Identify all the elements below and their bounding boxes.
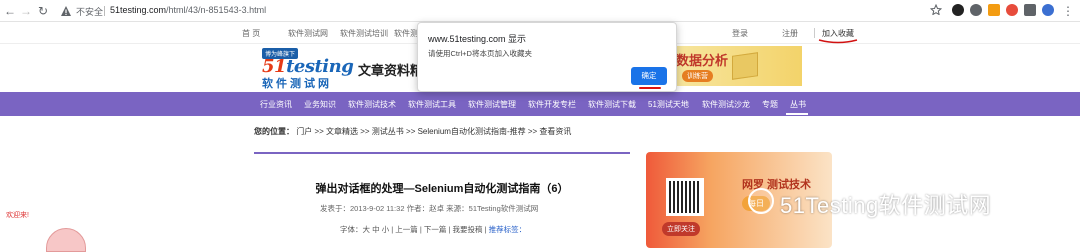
dialog-message: 请使用Ctrl+D将本页加入收藏夹 [428,49,532,58]
extension-red-icon[interactable] [1006,4,1018,16]
top-ad-banner[interactable]: 数据分析 训练营 [670,46,802,86]
dialog-title: www.51testing.com 显示 [428,34,527,44]
mascot-greeting: 欢迎来! [6,212,29,219]
menu-item-2[interactable]: 软件测试技术 [348,99,396,110]
dialog-ok-button[interactable]: 确定 [631,67,667,85]
qr-code [666,178,704,216]
menu-item-4[interactable]: 软件测试管理 [468,99,516,110]
menu-item-3[interactable]: 软件测试工具 [408,99,456,110]
logo-subtitle: 软件测试网 [262,78,332,90]
menu-item-10[interactable]: 丛书 [790,99,806,110]
ad-title: 数据分析 [676,53,729,68]
wechat-icon [748,188,774,214]
nav-home[interactable]: 首 页 [242,28,260,39]
logo-number: 51 [262,56,287,77]
menu-item-6[interactable]: 软件测试下载 [588,99,636,110]
extension-orange-icon[interactable] [988,4,1000,16]
active-menu-indicator [786,113,808,115]
main-nav-bar: 行业资讯 业务知识 软件测试技术 软件测试工具 软件测试管理 软件开发专栏 软件… [0,92,1080,116]
forward-arrow-icon[interactable]: → [20,5,32,17]
address-divider [104,6,105,16]
nav-divider [814,28,815,38]
nav-item-3[interactable]: 软件测 [394,28,418,39]
logo-brand: testing [286,56,354,77]
profile-avatar[interactable] [1042,4,1054,16]
breadcrumb-path[interactable]: 门户 >> 文章精选 >> 测试丛书 >> Selenium自动化测试指南-推荐… [296,127,571,136]
url-path: /html/43/n-851543-3.html [166,5,267,15]
back-arrow-icon[interactable]: ← [4,5,16,17]
watermark-text: 51Testing软件测试网 [780,193,992,218]
browser-toolbar: ← → ↻ 不安全 51testing.com/html/43/n-851543… [0,0,1080,22]
section-banner-title: 文章资料精 [358,63,424,78]
article-tools-links[interactable]: 字体：大 中 小 | 上一篇 | 下一篇 | 我要投稿 | [340,225,489,234]
nav-item-2[interactable]: 软件测试培训 [340,28,388,39]
nav-register[interactable]: 注册 [782,28,798,39]
qr-code-pattern [669,181,701,213]
extension-grey-icon[interactable] [970,4,982,16]
recommend-tags-link[interactable]: 推荐标签： [489,225,527,234]
extensions-puzzle-icon[interactable] [1024,4,1036,16]
page-frame: ← → ↻ 不安全 51testing.com/html/43/n-851543… [0,0,1080,252]
menu-item-1[interactable]: 业务知识 [304,99,336,110]
warning-icon [61,6,71,16]
url-domain: 51testing.com [110,5,167,15]
article-card [254,152,630,252]
menu-item-5[interactable]: 软件开发专栏 [528,99,576,110]
breadcrumb: 您的位置： 门户 >> 文章精选 >> 测试丛书 >> Selenium自动化测… [254,126,571,137]
nav-item-1[interactable]: 软件测试网 [288,28,328,39]
ad-box-illustration [732,52,758,80]
url-text[interactable]: 51testing.com/html/43/n-851543-3.html [110,5,266,15]
nav-login[interactable]: 登录 [732,28,748,39]
menu-kebab-icon[interactable]: ⋮ [1062,5,1074,17]
follow-button[interactable]: 立即关注 [662,222,700,236]
floating-mascot[interactable]: 欢迎来! [0,210,90,252]
article-meta: 发表于：2013-9-02 11:32 作者：赵卓 来源：51Testing软件… [320,204,539,213]
ok-underline-annotation [639,87,661,89]
alert-dialog: www.51testing.com 显示 请使用Ctrl+D将本页加入收藏夹 确… [417,22,677,92]
article-tools: 字体：大 中 小 | 上一篇 | 下一篇 | 我要投稿 | 推荐标签： [340,224,526,235]
bookmark-star-icon[interactable] [930,4,942,16]
red-underline-annotation [818,39,858,44]
site-logo[interactable]: 博为峰旗下 51testing 软件测试网 [258,46,354,90]
not-secure-label: 不安全 [76,7,104,17]
ad-pill: 训练营 [682,70,713,82]
menu-item-0[interactable]: 行业资讯 [260,99,292,110]
mascot-figure [46,228,86,252]
menu-item-8[interactable]: 软件测试沙龙 [702,99,750,110]
menu-item-7[interactable]: 51测试天地 [648,99,689,110]
extension-dark-icon[interactable] [952,4,964,16]
article-title: 弹出对话框的处理—Selenium自动化测试指南（6） [315,183,569,195]
breadcrumb-label: 您的位置： [254,127,294,136]
menu-item-9[interactable]: 专题 [762,99,778,110]
reload-icon[interactable]: ↻ [37,5,49,17]
logo-wordmark: 51testing [262,56,354,77]
address-bar[interactable]: 不安全 51testing.com/html/43/n-851543-3.htm… [58,3,948,19]
